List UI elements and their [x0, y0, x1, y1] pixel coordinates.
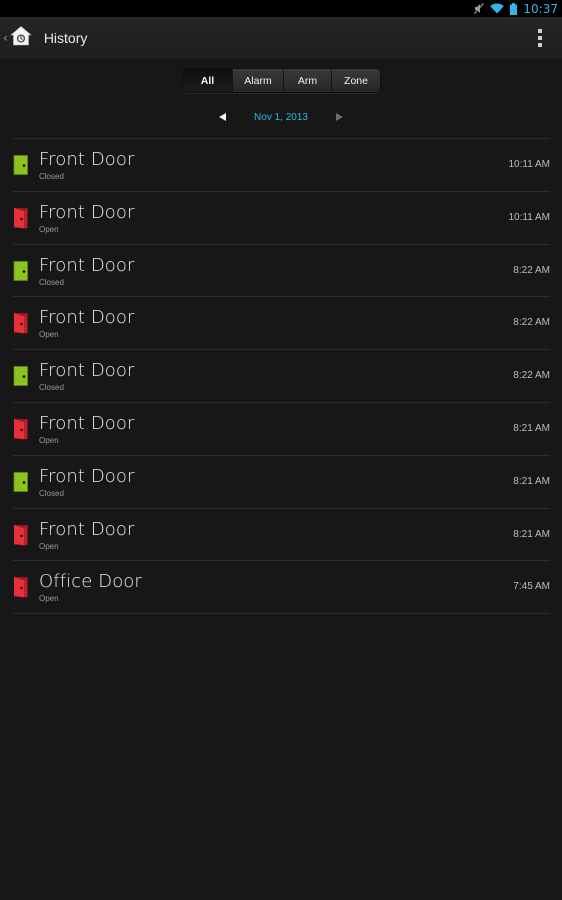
- history-list: Front Door Closed 10:11 AM Front Door Op…: [13, 138, 550, 615]
- event-title: Front Door: [39, 360, 135, 382]
- door-open-icon: [13, 312, 29, 334]
- event-time: 8:21 AM: [513, 422, 550, 434]
- door-open-icon: [13, 207, 29, 229]
- event-status: Closed: [39, 383, 64, 393]
- door-open-icon: [13, 576, 29, 598]
- status-time: 10:37: [523, 1, 558, 16]
- event-status: Closed: [39, 172, 64, 181]
- event-title: Front Door: [39, 149, 135, 170]
- action-bar: ‹ History: [0, 17, 562, 59]
- door-open-icon: [13, 524, 29, 546]
- filter-tab-alarm[interactable]: Alarm: [232, 69, 283, 92]
- history-list-item[interactable]: Office Door Open 7:45 AM: [13, 561, 550, 615]
- history-list-item[interactable]: Front Door Closed 8:21 AM: [13, 456, 550, 509]
- event-time: 8:21 AM: [513, 528, 550, 540]
- overflow-menu-icon[interactable]: [536, 29, 544, 47]
- event-title: Front Door: [39, 307, 135, 329]
- previous-day-icon[interactable]: [212, 107, 232, 127]
- event-status: Open: [39, 435, 59, 445]
- event-status: Open: [39, 541, 59, 551]
- event-title: Front Door: [39, 201, 135, 223]
- current-date: Nov 1, 2013: [254, 111, 308, 123]
- event-status: Open: [39, 330, 59, 340]
- event-status: Closed: [39, 277, 64, 287]
- event-title: Front Door: [39, 254, 135, 276]
- event-title: Front Door: [39, 518, 135, 540]
- door-closed-icon: [13, 471, 29, 493]
- event-time: 8:22 AM: [513, 370, 550, 382]
- event-title: Office Door: [39, 571, 142, 593]
- event-time: 10:11 AM: [508, 159, 550, 170]
- event-status: Open: [39, 594, 59, 604]
- filter-tab-arm[interactable]: Arm: [283, 69, 331, 92]
- event-status: Open: [39, 224, 59, 234]
- event-time: 8:21 AM: [513, 475, 550, 487]
- event-status: Closed: [39, 488, 64, 498]
- filter-segmented-control: All Alarm Arm Zone: [182, 68, 381, 93]
- home-up-button[interactable]: ‹: [0, 17, 32, 59]
- up-caret: ‹: [3, 31, 8, 45]
- event-title: Front Door: [39, 412, 135, 434]
- mute-icon: [474, 3, 485, 14]
- filter-tab-zone[interactable]: Zone: [331, 69, 380, 92]
- event-time: 8:22 AM: [513, 317, 550, 329]
- history-list-item[interactable]: Front Door Open 8:21 AM: [13, 403, 550, 456]
- event-time: 10:11 AM: [508, 211, 550, 223]
- battery-icon: [510, 2, 518, 15]
- filter-tab-all[interactable]: All: [183, 69, 232, 92]
- history-list-item[interactable]: Front Door Closed 8:22 AM: [13, 245, 550, 298]
- door-open-icon: [13, 418, 29, 440]
- date-navigator: Nov 1, 2013: [0, 107, 562, 127]
- next-day-icon[interactable]: [330, 107, 350, 127]
- history-list-item[interactable]: Front Door Closed 8:22 AM: [13, 350, 550, 403]
- history-list-item[interactable]: Front Door Open 8:22 AM: [13, 297, 550, 351]
- event-time: 7:45 AM: [513, 581, 550, 593]
- status-bar: 10:37: [0, 0, 562, 17]
- page-title: History: [43, 30, 88, 46]
- history-list-item[interactable]: Front Door Closed 10:11 AM: [13, 139, 550, 192]
- history-list-item[interactable]: Front Door Open 8:21 AM: [13, 509, 550, 562]
- event-time: 8:22 AM: [513, 264, 550, 276]
- door-closed-icon: [13, 365, 29, 387]
- wifi-icon: [490, 3, 505, 14]
- history-list-item[interactable]: Front Door Open 10:11 AM: [13, 192, 550, 245]
- home-icon: [9, 25, 32, 51]
- door-closed-icon: [13, 260, 29, 282]
- door-closed-icon: [13, 154, 29, 176]
- event-title: Front Door: [39, 465, 135, 487]
